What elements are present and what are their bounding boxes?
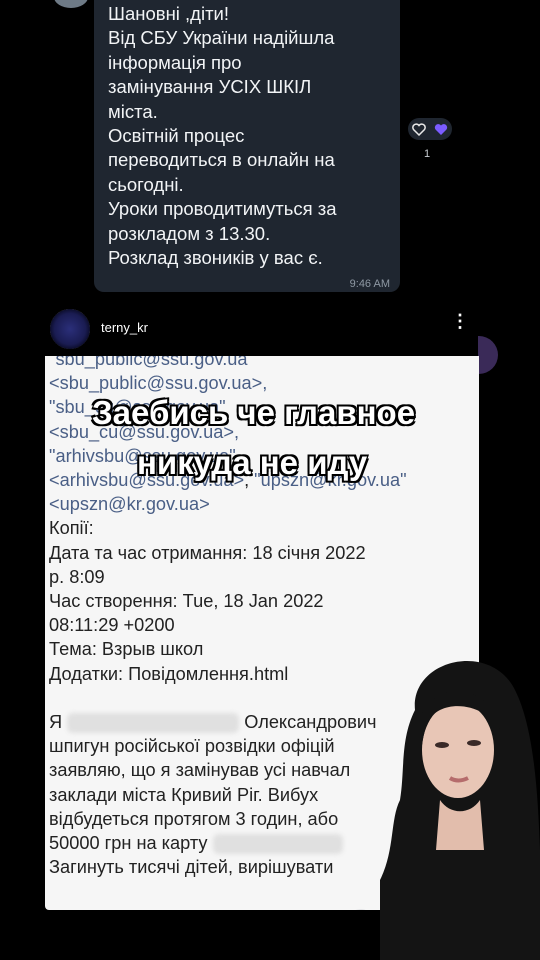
heart-filled-icon[interactable] — [434, 123, 448, 136]
reactions-pill[interactable] — [408, 118, 452, 140]
message-time: 9:46 AM — [349, 278, 390, 290]
overlay-caption-line2: никуда не иду — [136, 443, 368, 482]
redacted-card — [212, 834, 343, 855]
decorative-edge-shape — [478, 336, 498, 374]
redacted-name — [67, 713, 240, 734]
account-avatar[interactable] — [50, 309, 90, 349]
more-options-icon[interactable]: ⋮ — [451, 312, 469, 330]
sender-avatar[interactable] — [54, 0, 88, 8]
document-text: "sbu_public@ssu.gov.ua" <sbu_public@ssu.… — [49, 356, 407, 878]
chat-message-bubble[interactable]: Шановні ,діти! Від СБУ України надійшла … — [94, 0, 400, 292]
overlay-caption-line1: Заебись че главное — [91, 393, 416, 432]
heart-outline-icon[interactable] — [412, 122, 426, 136]
account-username[interactable]: terny_kr — [101, 320, 148, 335]
person-cutout-image — [380, 661, 540, 960]
reaction-count: 1 — [424, 148, 431, 160]
chat-message-text: Шановні ,діти! Від СБУ України надійшла … — [108, 3, 337, 269]
